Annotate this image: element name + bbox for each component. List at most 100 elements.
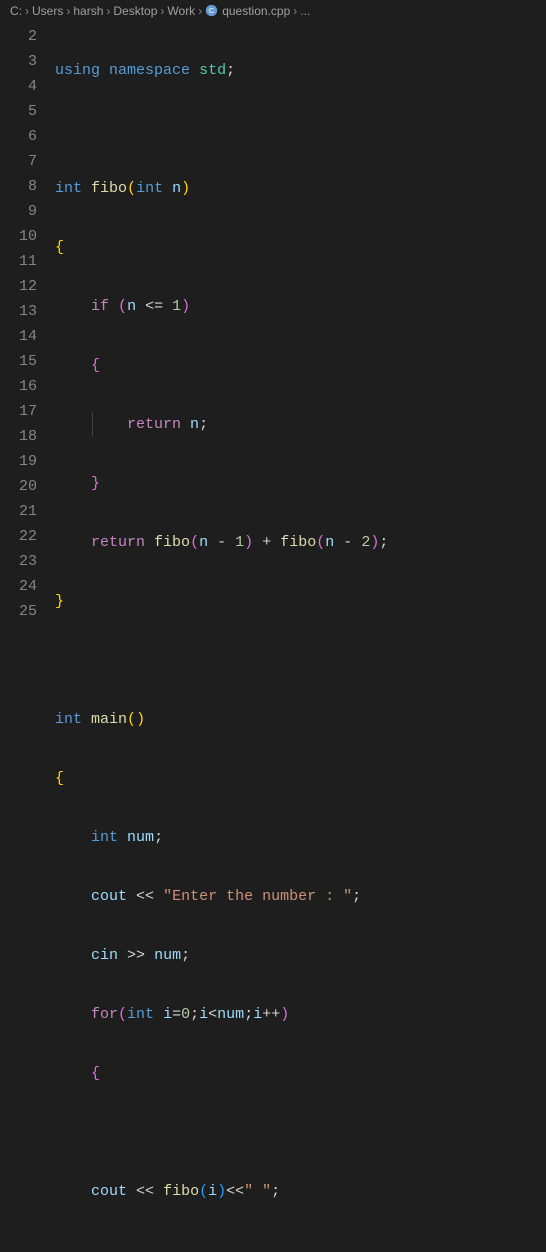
line-number: 25: [0, 599, 37, 624]
chevron-right-icon: ›: [106, 4, 110, 18]
punct: ;: [271, 1183, 280, 1200]
var: i: [208, 1183, 217, 1200]
operator: ++: [262, 1006, 280, 1023]
paren: ): [181, 180, 190, 197]
line-number: 24: [0, 574, 37, 599]
code-line[interactable]: using namespace std;: [55, 58, 546, 83]
line-number: 11: [0, 249, 37, 274]
operator: =: [172, 1006, 181, 1023]
code-line[interactable]: }: [55, 471, 546, 496]
function: main: [91, 711, 127, 728]
code-line[interactable]: {: [55, 1061, 546, 1086]
breadcrumb-seg[interactable]: question.cpp: [222, 4, 290, 18]
code-line[interactable]: int main(): [55, 707, 546, 732]
var: i: [163, 1006, 172, 1023]
line-number: 9: [0, 199, 37, 224]
code-line[interactable]: [55, 1120, 546, 1145]
code-line[interactable]: for(int i=0;i<num;i++): [55, 1002, 546, 1027]
var: i: [253, 1006, 262, 1023]
line-number: 10: [0, 224, 37, 249]
code-area[interactable]: using namespace std; int fibo(int n) { i…: [55, 22, 546, 626]
chevron-right-icon: ›: [25, 4, 29, 18]
number: 2: [361, 534, 370, 551]
operator: -: [217, 534, 226, 551]
chevron-right-icon: ›: [198, 4, 202, 18]
code-line[interactable]: cout << fibo(i)<<" ";: [55, 1179, 546, 1204]
line-number: 6: [0, 124, 37, 149]
operator: <<: [136, 888, 154, 905]
breadcrumb-seg[interactable]: C:: [10, 4, 22, 18]
svg-text:C: C: [209, 6, 214, 15]
brace: }: [91, 475, 100, 492]
breadcrumb[interactable]: C: › Users › harsh › Desktop › Work › C …: [0, 0, 546, 22]
punct: ;: [181, 947, 190, 964]
code-line[interactable]: [55, 1238, 546, 1252]
code-line[interactable]: {: [55, 353, 546, 378]
punct: ;: [190, 1006, 199, 1023]
line-number: 8: [0, 174, 37, 199]
keyword: for: [91, 1006, 118, 1023]
paren: (: [190, 534, 199, 551]
code-editor[interactable]: 2 3 4 5 6 7 8 9 10 11 12 13 14 15 16 17 …: [0, 22, 546, 626]
keyword: return: [91, 534, 145, 551]
code-line[interactable]: int fibo(int n): [55, 176, 546, 201]
var: n: [199, 534, 208, 551]
operator: >>: [127, 947, 145, 964]
breadcrumb-seg[interactable]: Users: [32, 4, 63, 18]
function: fibo: [280, 534, 316, 551]
brace: {: [55, 239, 64, 256]
keyword: if: [91, 298, 109, 315]
identifier: cout: [91, 888, 127, 905]
code-line[interactable]: int num;: [55, 825, 546, 850]
code-line[interactable]: {: [55, 766, 546, 791]
number: 1: [172, 298, 181, 315]
breadcrumb-seg[interactable]: Work: [167, 4, 195, 18]
paren: (: [316, 534, 325, 551]
var: n: [127, 298, 136, 315]
operator: <=: [145, 298, 163, 315]
identifier: cout: [91, 1183, 127, 1200]
paren: (: [127, 180, 136, 197]
code-line[interactable]: return fibo(n - 1) + fibo(n - 2);: [55, 530, 546, 555]
var: num: [217, 1006, 244, 1023]
operator: <<: [136, 1183, 154, 1200]
breadcrumb-seg[interactable]: Desktop: [113, 4, 157, 18]
paren: ): [217, 1183, 226, 1200]
function: fibo: [91, 180, 127, 197]
code-line[interactable]: {: [55, 235, 546, 260]
keyword: return: [127, 416, 181, 433]
code-line[interactable]: cout << "Enter the number : ";: [55, 884, 546, 909]
breadcrumb-seg[interactable]: ...: [300, 4, 310, 18]
line-number: 2: [0, 24, 37, 49]
keyword: namespace: [109, 62, 190, 79]
paren: ): [244, 534, 253, 551]
chevron-right-icon: ›: [293, 4, 297, 18]
keyword: int: [55, 180, 82, 197]
code-line[interactable]: [55, 117, 546, 142]
line-number: 3: [0, 49, 37, 74]
line-number: 16: [0, 374, 37, 399]
code-line[interactable]: if (n <= 1): [55, 294, 546, 319]
var: n: [325, 534, 334, 551]
function: fibo: [163, 1183, 199, 1200]
paren: ): [280, 1006, 289, 1023]
chevron-right-icon: ›: [66, 4, 70, 18]
identifier: std: [199, 62, 226, 79]
code-line[interactable]: return n;: [55, 412, 546, 437]
breadcrumb-seg[interactable]: harsh: [73, 4, 103, 18]
code-line[interactable]: cin >> num;: [55, 943, 546, 968]
line-number-gutter: 2 3 4 5 6 7 8 9 10 11 12 13 14 15 16 17 …: [0, 22, 55, 626]
line-number: 22: [0, 524, 37, 549]
punct: ;: [154, 829, 163, 846]
keyword: int: [91, 829, 118, 846]
param: n: [172, 180, 181, 197]
code-line[interactable]: [55, 648, 546, 673]
paren: (: [118, 298, 127, 315]
operator: <<: [226, 1183, 244, 1200]
line-number: 12: [0, 274, 37, 299]
punct: ;: [379, 534, 388, 551]
punct: ;: [244, 1006, 253, 1023]
code-line[interactable]: }: [55, 589, 546, 614]
operator: +: [262, 534, 271, 551]
keyword: int: [136, 180, 163, 197]
